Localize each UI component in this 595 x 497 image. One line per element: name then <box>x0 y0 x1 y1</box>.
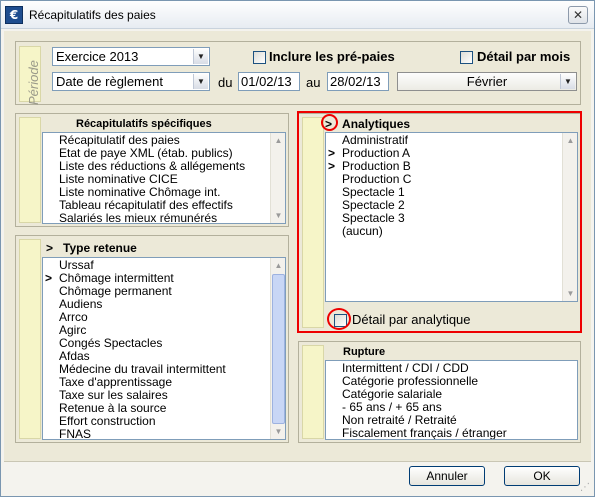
expand-chevron-icon[interactable]: > <box>46 241 53 255</box>
list-item-label: Chômage intermittent <box>59 271 174 285</box>
du-label: du <box>218 75 233 90</box>
au-label: au <box>306 75 321 90</box>
title-bar: € Récapitulatifs des paies ✕ <box>1 1 594 29</box>
date-from-input[interactable]: 01/02/13 <box>238 72 300 91</box>
window-title: Récapitulatifs des paies <box>29 8 156 22</box>
list-item-label: Afdas <box>59 349 90 363</box>
recap-specifiques-panel: Récapitulatifs spécifiques Récapitulatif… <box>15 113 289 227</box>
list-item-label: FNAS <box>59 427 92 440</box>
type-retenue-panel: > Type retenue Urssaf > Chômage intermitte… <box>15 235 289 443</box>
periode-strip: Période <box>19 46 41 105</box>
list-item[interactable]: Fiscalement français / étranger <box>326 427 577 440</box>
date-type-value: Date de règlement <box>56 74 163 89</box>
detail-mois-checkbox[interactable] <box>460 51 473 64</box>
type-retenue-header[interactable]: > Type retenue <box>46 241 137 255</box>
list-item-label: Récapitulatif des paies <box>59 133 180 147</box>
rupture-list[interactable]: Intermittent / CDI / CDD Catégorie profes… <box>325 360 578 440</box>
rupture-panel: Rupture Intermittent / CDI / CDD Catégori… <box>298 341 581 443</box>
list-item-label: Catégorie salariale <box>342 387 443 401</box>
inclure-prepaies-checkbox[interactable] <box>253 51 266 64</box>
panel-strip <box>19 239 41 439</box>
dialog-window: € Récapitulatifs des paies ✕ Période Exe… <box>0 0 595 497</box>
app-icon: € <box>5 6 23 24</box>
list-item-label: Retenue à la source <box>59 401 167 415</box>
type-retenue-list[interactable]: Urssaf > Chômage intermittent Chômage perma… <box>42 257 286 440</box>
recap-specifiques-header: Récapitulatifs spécifiques <box>76 118 212 130</box>
recap-specifiques-list[interactable]: Récapitulatif des paies Etat de paye XML … <box>42 132 286 224</box>
scroll-up-icon[interactable]: ▲ <box>271 133 285 148</box>
scroll-thumb[interactable] <box>272 274 285 424</box>
ok-button[interactable]: OK <box>504 466 580 486</box>
list-item[interactable]: Salariés les mieux rémunérés <box>43 212 285 224</box>
panel-strip <box>19 117 41 223</box>
cancel-button[interactable]: Annuler <box>409 466 485 486</box>
periode-label: Période <box>26 60 41 105</box>
scroll-up-icon[interactable]: ▲ <box>271 258 285 273</box>
list-item-label: Taxe sur les salaires <box>59 388 168 402</box>
list-item-label: Audiens <box>59 297 103 311</box>
exercice-value: Exercice 2013 <box>56 49 139 64</box>
list-item-label: Effort construction <box>59 414 156 428</box>
highlight-circle <box>321 114 338 131</box>
chevron-down-icon[interactable]: ▼ <box>193 74 208 89</box>
list-item[interactable]: FNAS <box>43 428 285 440</box>
list-item-label: Fiscalement français / étranger <box>342 426 507 440</box>
scroll-down-icon[interactable]: ▼ <box>271 208 285 223</box>
list-item-label: Tableau récapitulatif des effectifs <box>59 198 233 212</box>
list-item-label: Liste nominative Chômage int. <box>59 185 221 199</box>
inclure-prepaies-label: Inclure les pré-paies <box>269 49 395 64</box>
list-item-label: Liste nominative CICE <box>59 172 178 186</box>
date-type-select[interactable]: Date de règlement ▼ <box>52 72 210 91</box>
resize-grip-icon[interactable]: ⋰ <box>580 482 592 494</box>
detail-mois-label: Détail par mois <box>477 49 571 64</box>
list-item-label: Médecine du travail intermittent <box>59 362 226 376</box>
scrollbar[interactable]: ▲ ▼ <box>270 133 285 223</box>
rupture-header: Rupture <box>343 346 386 358</box>
type-retenue-title: Type retenue <box>63 241 137 255</box>
month-value: Février <box>466 74 508 89</box>
dialog-body: Période Exercice 2013 ▼ Date de règlemen… <box>4 31 591 461</box>
close-icon[interactable]: ✕ <box>568 6 588 24</box>
list-item-label: Intermittent / CDI / CDD <box>342 361 469 375</box>
list-item-label: Etat de paye XML (étab. publics) <box>59 146 233 160</box>
highlight-circle <box>327 308 351 330</box>
chevron-down-icon[interactable]: ▼ <box>193 49 208 64</box>
footer-separator <box>4 461 591 462</box>
list-item-label: Congés Spectacles <box>59 336 163 350</box>
list-item-label: Salariés les mieux rémunérés <box>59 211 218 224</box>
date-to-input[interactable]: 28/02/13 <box>327 72 389 91</box>
list-item-label: Liste des réductions & allégements <box>59 159 246 173</box>
list-item-label: Urssaf <box>59 258 94 272</box>
list-item-label: Catégorie professionnelle <box>342 374 479 388</box>
scrollbar[interactable]: ▲ ▼ <box>270 258 285 439</box>
month-select[interactable]: Février ▼ <box>397 72 577 91</box>
list-item-label: Arrco <box>59 310 88 324</box>
list-item-label: - 65 ans / + 65 ans <box>342 400 442 414</box>
list-item-label: Non retraité / Retraité <box>342 413 457 427</box>
scroll-down-icon[interactable]: ▼ <box>271 424 285 439</box>
selection-marker-icon: > <box>45 271 53 285</box>
highlight-frame <box>297 111 582 333</box>
list-item-label: Taxe d'apprentissage <box>59 375 173 389</box>
panel-strip <box>302 345 324 439</box>
list-item-label: Agirc <box>59 323 87 337</box>
chevron-down-icon[interactable]: ▼ <box>560 74 575 89</box>
periode-group: Période Exercice 2013 ▼ Date de règlemen… <box>15 41 581 105</box>
list-item-label: Chômage permanent <box>59 284 172 298</box>
exercice-select[interactable]: Exercice 2013 ▼ <box>52 47 210 66</box>
